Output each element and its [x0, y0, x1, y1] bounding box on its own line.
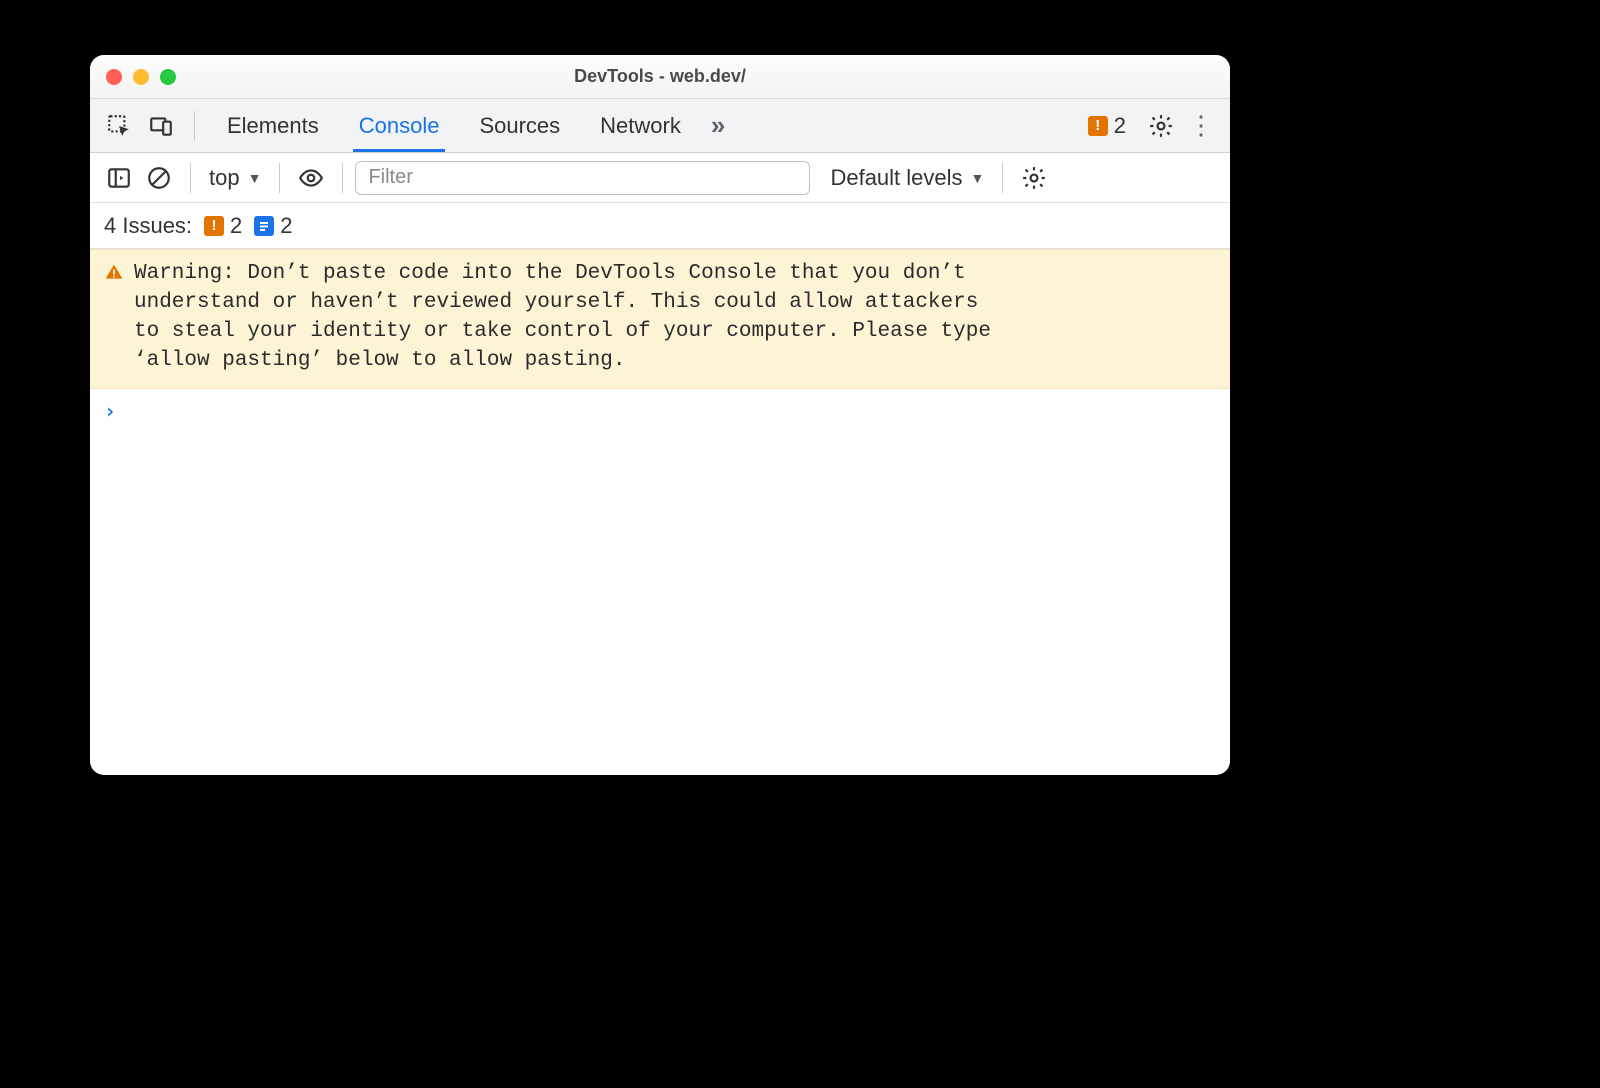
console-settings-icon[interactable] [1015, 159, 1053, 197]
filter-input[interactable] [355, 161, 810, 195]
issues-strip[interactable]: 4 Issues: ! 2 2 [90, 203, 1230, 249]
console-input[interactable] [126, 399, 1216, 423]
log-levels-label: Default levels [830, 165, 962, 191]
tab-sources[interactable]: Sources [461, 99, 578, 152]
main-tabbar: Elements Console Sources Network » ! 2 ⋮ [90, 99, 1230, 153]
log-levels-selector[interactable]: Default levels ▼ [812, 165, 990, 191]
warning-badge-icon: ! [204, 216, 224, 236]
dropdown-caret-icon: ▼ [971, 170, 985, 186]
console-warning-text: Warning: Don’t paste code into the DevTo… [134, 260, 991, 376]
context-selector[interactable]: top ▼ [203, 165, 267, 191]
close-window-button[interactable] [106, 69, 122, 85]
live-expression-icon[interactable] [292, 159, 330, 197]
titlebar: DevTools - web.dev/ [90, 55, 1230, 99]
console-warning-message: Warning: Don’t paste code into the DevTo… [90, 249, 1230, 389]
issues-indicator[interactable]: ! 2 [1088, 113, 1126, 139]
context-selector-label: top [209, 165, 240, 191]
clear-console-icon[interactable] [140, 159, 178, 197]
more-tabs-icon[interactable]: » [703, 110, 731, 141]
minimize-window-button[interactable] [133, 69, 149, 85]
issues-orange-count: 2 [230, 213, 242, 239]
issues-orange-group: ! 2 [204, 213, 242, 239]
inspect-element-icon[interactable] [100, 107, 138, 145]
devtools-window: DevTools - web.dev/ Elements Console Sou… [90, 55, 1230, 775]
more-options-icon[interactable]: ⋮ [1184, 110, 1218, 141]
divider [194, 111, 195, 141]
info-badge-icon [254, 216, 274, 236]
divider [279, 163, 280, 193]
maximize-window-button[interactable] [160, 69, 176, 85]
toggle-sidebar-icon[interactable] [100, 159, 138, 197]
prompt-caret-icon: › [104, 399, 116, 423]
issues-indicator-count: 2 [1114, 113, 1126, 139]
divider [1002, 163, 1003, 193]
console-toolbar: top ▼ Default levels ▼ [90, 153, 1230, 203]
window-controls [106, 69, 176, 85]
tab-elements[interactable]: Elements [209, 99, 337, 152]
divider [342, 163, 343, 193]
warning-triangle-icon [104, 262, 124, 287]
issues-blue-count: 2 [280, 213, 292, 239]
tab-console[interactable]: Console [341, 99, 458, 152]
settings-icon[interactable] [1142, 107, 1180, 145]
issues-blue-group: 2 [254, 213, 292, 239]
device-toolbar-icon[interactable] [142, 107, 180, 145]
warning-badge-icon: ! [1088, 116, 1108, 136]
issues-label: 4 Issues: [104, 213, 192, 239]
dropdown-caret-icon: ▼ [248, 170, 262, 186]
console-prompt-row: › [90, 389, 1230, 433]
divider [190, 163, 191, 193]
window-title: DevTools - web.dev/ [90, 66, 1230, 87]
tab-network[interactable]: Network [582, 99, 699, 152]
